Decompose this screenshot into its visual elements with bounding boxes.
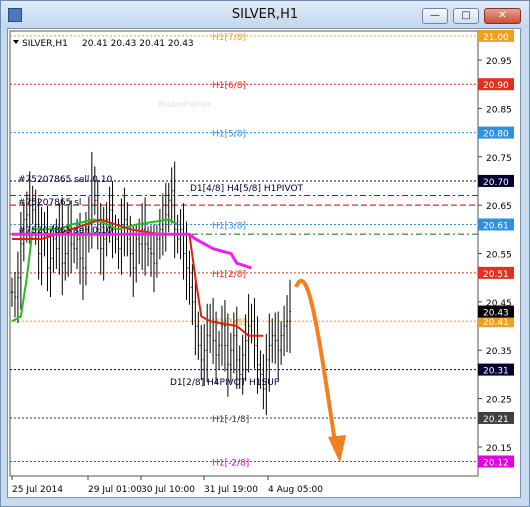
murray-level-label: H1[3/8] bbox=[212, 221, 246, 231]
price-badge-text: 20.12 bbox=[483, 458, 509, 468]
title-bar[interactable]: SILVER,H1 — □ ✕ bbox=[1, 1, 529, 29]
close-button[interactable]: ✕ bbox=[484, 8, 521, 24]
window-title: SILVER,H1 bbox=[231, 7, 299, 22]
price-badge-text: 20.21 bbox=[483, 415, 509, 425]
x-tick-label: 25 Jul 2014 bbox=[12, 485, 63, 495]
y-tick-label: 20.55 bbox=[486, 251, 512, 261]
x-tick-label: 31 Jul 19:00 bbox=[204, 485, 258, 495]
minimize-icon: — bbox=[430, 10, 440, 21]
chart-ohlc: 20.41 20.43 20.41 20.43 bbox=[82, 39, 194, 49]
minimize-button[interactable]: — bbox=[422, 8, 448, 24]
y-tick-label: 20.25 bbox=[486, 396, 512, 406]
murray-level-label: H1[2/8] bbox=[212, 270, 246, 280]
price-badge-text: 20.61 bbox=[483, 221, 509, 231]
x-tick-label: 29 Jul 01:00 bbox=[88, 485, 142, 495]
close-icon: ✕ bbox=[498, 10, 507, 21]
chart-annotation: D1[4/8] H4[5/8] H1PIVOT bbox=[190, 184, 304, 194]
murray-level-label: H1[5/8] bbox=[212, 130, 246, 140]
y-tick-label: 20.85 bbox=[486, 105, 512, 115]
y-tick-label: 20.65 bbox=[486, 202, 512, 212]
chart-area[interactable]: RoboForex SILVER,H1 20.41 20.43 20.41 20.4… bbox=[7, 28, 521, 498]
x-tick-label: 30 Jul 10:00 bbox=[141, 485, 195, 495]
murray-level-label: H1[-1/8] bbox=[212, 415, 249, 425]
chart-annotation: #75207865 sl bbox=[18, 198, 81, 208]
chart-annotation: #75207865 sell 0.10 bbox=[18, 226, 113, 236]
price-badge-text: 20.51 bbox=[483, 270, 509, 280]
chart-annotation: D1[2/8] H4PIVOT H1SUP bbox=[170, 378, 280, 388]
chart-annotation: #75207865 sell 0.10 bbox=[18, 175, 113, 185]
x-tick-label: 4 Aug 05:00 bbox=[268, 485, 323, 495]
maximize-icon: □ bbox=[461, 10, 471, 21]
murray-level-label: H1[-2/8] bbox=[212, 458, 249, 468]
watermark-text: RoboForex bbox=[158, 100, 212, 110]
price-badge-text: 21.00 bbox=[483, 33, 509, 43]
murray-level-label: H1[6/8] bbox=[212, 81, 246, 91]
price-badge-text: 20.31 bbox=[483, 367, 509, 377]
symbol-dropdown-icon[interactable] bbox=[13, 40, 19, 44]
forecast-arrow-head bbox=[328, 435, 346, 463]
murray-level-label: H1[7/8] bbox=[212, 33, 246, 43]
maximize-button[interactable]: □ bbox=[453, 8, 479, 24]
y-tick-label: 20.75 bbox=[486, 154, 512, 164]
chart-symbol: SILVER,H1 bbox=[22, 39, 68, 49]
price-badge-text: 20.90 bbox=[483, 81, 509, 91]
current-price-text: 20.43 bbox=[483, 309, 509, 319]
price-badge-text: 20.41 bbox=[483, 318, 509, 328]
price-chart[interactable]: RoboForex SILVER,H1 20.41 20.43 20.41 20.4… bbox=[8, 29, 520, 497]
y-tick-label: 20.95 bbox=[486, 57, 512, 67]
forecast-arrow bbox=[294, 278, 338, 450]
y-tick-label: 20.15 bbox=[486, 444, 512, 454]
price-badge-text: 20.70 bbox=[483, 178, 509, 188]
y-tick-label: 20.35 bbox=[486, 347, 512, 357]
price-badge-text: 20.80 bbox=[483, 130, 509, 140]
